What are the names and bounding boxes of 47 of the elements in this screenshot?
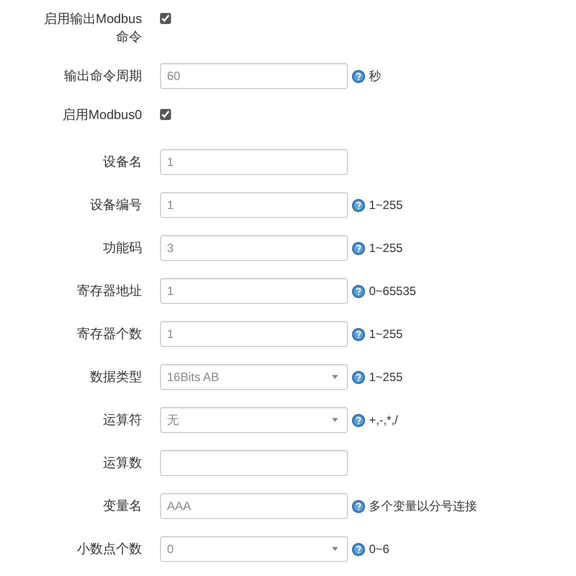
field-label: 寄存器个数 [76, 325, 142, 343]
field-label: 寄存器地址 [76, 282, 142, 300]
hint-text: 1~255 [369, 240, 403, 257]
help-icon[interactable] [352, 328, 365, 340]
hint-text: 0~6 [369, 541, 390, 558]
hint-text: 1~255 [369, 197, 403, 214]
checkbox[interactable] [160, 109, 171, 120]
help-icon[interactable] [352, 70, 365, 82]
hint-text: 多个变量以分号连接 [369, 498, 477, 515]
help-icon[interactable] [352, 414, 365, 426]
hint-text: 1~255 [369, 369, 403, 386]
dropdown[interactable]: 无 [160, 407, 348, 433]
input-field[interactable]: 1 [160, 192, 348, 218]
input-field[interactable]: 1 [160, 149, 348, 175]
field-label: 功能码 [102, 239, 142, 257]
field-label: 运算数 [102, 454, 142, 472]
help-icon[interactable] [352, 542, 365, 556]
input-field[interactable]: 1 [160, 278, 348, 304]
input-field[interactable]: 60 [160, 63, 348, 89]
hint-text: 1~255 [369, 326, 403, 343]
help-icon[interactable] [352, 500, 365, 512]
field-label: 启用输出Modbus命令 [42, 10, 142, 46]
input-field[interactable]: 1 [160, 321, 348, 347]
help-icon[interactable] [352, 284, 365, 298]
field-label: 小数点个数 [76, 540, 142, 558]
field-label: 变量名 [102, 497, 142, 515]
dropdown[interactable]: 0 [160, 536, 348, 562]
field-label: 启用Modbus0 [62, 106, 142, 124]
hint-text: 0~65535 [369, 283, 416, 300]
help-icon[interactable] [352, 198, 365, 212]
checkbox[interactable] [160, 13, 171, 24]
dropdown[interactable]: 16Bits AB [160, 364, 348, 390]
help-icon[interactable] [352, 242, 365, 254]
caret-icon [332, 547, 338, 551]
caret-icon [332, 375, 338, 379]
input-field[interactable] [160, 450, 348, 476]
input-field[interactable]: AAA [160, 493, 348, 519]
input-field[interactable]: 3 [160, 235, 348, 261]
help-icon[interactable] [352, 370, 365, 384]
caret-icon [332, 418, 338, 422]
hint-text: +,-,*,/ [369, 412, 398, 429]
field-label: 运算符 [102, 411, 142, 429]
field-label: 输出命令周期 [63, 67, 142, 85]
field-label: 设备名 [102, 153, 142, 171]
field-label: 数据类型 [89, 368, 142, 386]
field-label: 设备编号 [89, 196, 142, 214]
hint-text: 秒 [369, 68, 381, 85]
